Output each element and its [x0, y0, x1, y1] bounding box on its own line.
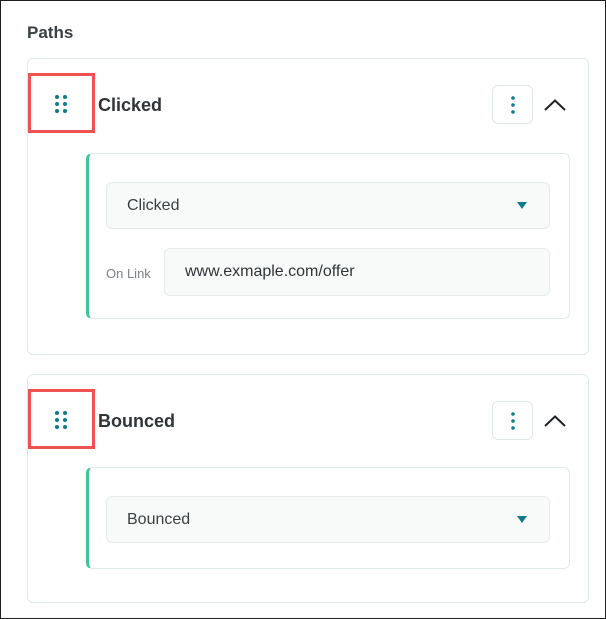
chevron-up-icon	[544, 415, 566, 427]
caret-down-icon	[517, 202, 527, 209]
chevron-up-icon	[544, 99, 566, 111]
collapse-button[interactable]	[542, 93, 568, 117]
drag-handle-icon[interactable]	[54, 410, 68, 430]
path-menu-button[interactable]	[492, 85, 533, 124]
vertical-dots-icon	[510, 411, 515, 430]
path-title: Bounced	[98, 411, 176, 431]
path-card-clicked: Clicked Clicked On Link	[27, 58, 589, 355]
paths-panel: Paths Clicked Clicked On Link www.exmapl…	[0, 0, 606, 619]
path-condition-panel: Clicked On Link	[86, 153, 570, 319]
vertical-dots-icon	[510, 95, 515, 114]
path-condition-panel: Bounced	[86, 467, 570, 569]
path-menu-button[interactable]	[492, 401, 533, 440]
event-select-value: Clicked	[127, 197, 180, 214]
on-link-label: On Link	[106, 266, 151, 281]
path-card-bounced: Bounced Bounced	[27, 374, 589, 603]
event-select-value: Bounced	[127, 511, 191, 528]
caret-down-icon	[517, 516, 527, 523]
collapse-button[interactable]	[542, 409, 568, 433]
event-select[interactable]: Clicked	[106, 182, 550, 229]
link-url-input[interactable]	[164, 248, 550, 296]
path-title: Clicked	[98, 95, 163, 115]
event-select[interactable]: Bounced	[106, 496, 550, 543]
drag-handle-icon[interactable]	[54, 94, 68, 114]
section-title: Paths	[27, 23, 74, 42]
